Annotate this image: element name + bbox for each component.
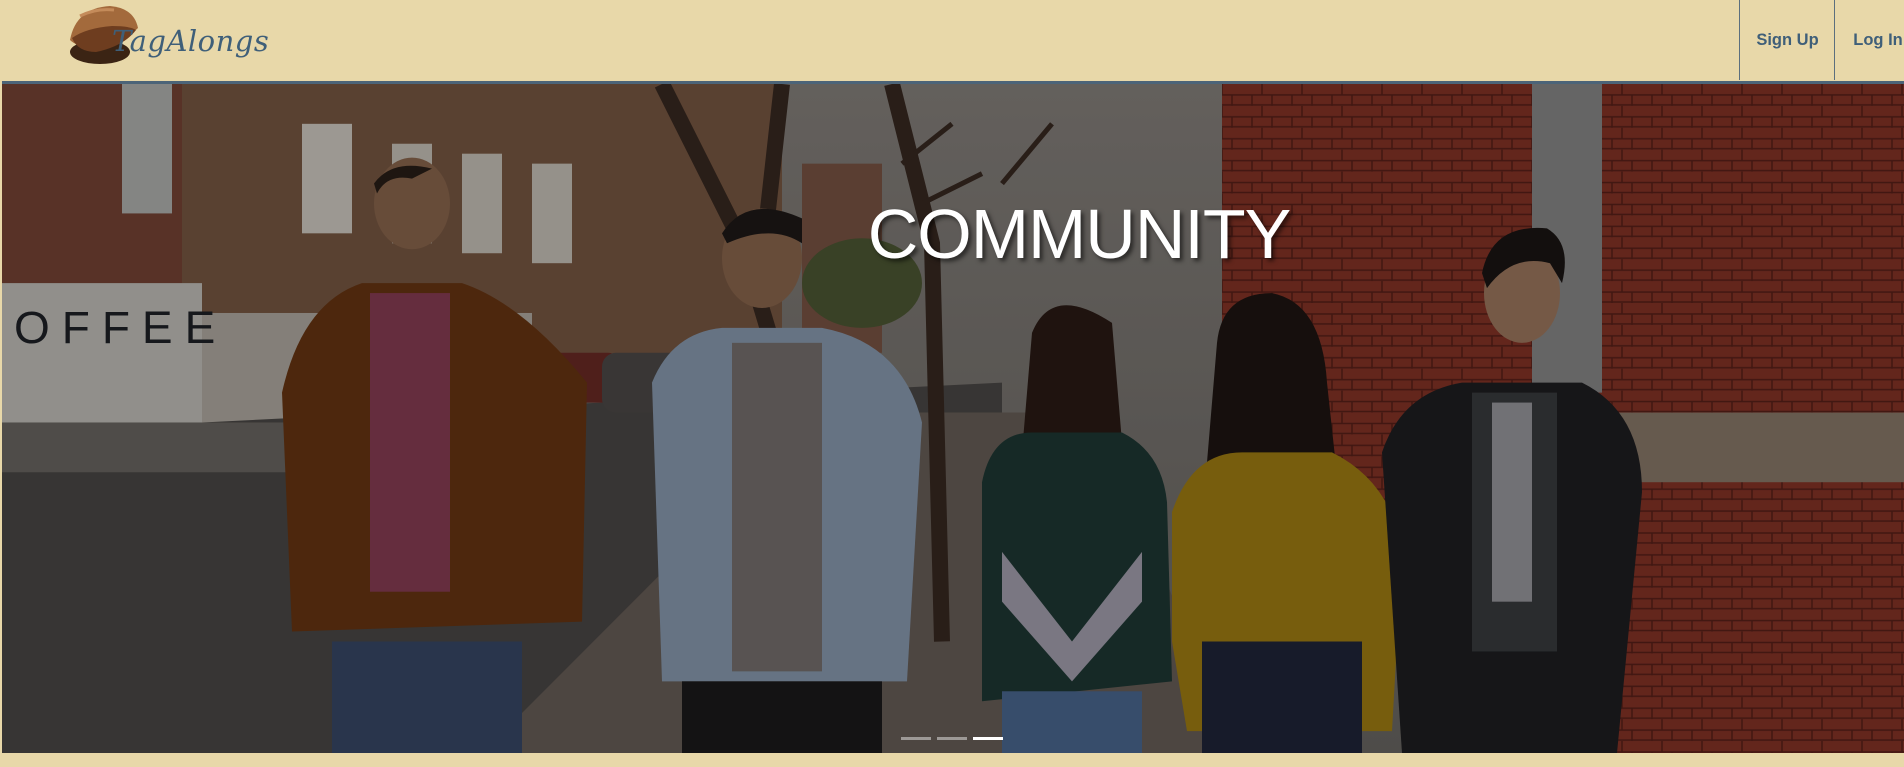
brand-logo[interactable]: TagAlongs [66, 2, 270, 74]
page-bottom-strip [0, 753, 1904, 767]
carousel-indicator-3[interactable] [973, 737, 1003, 740]
hero-carousel: OFFEE COMMUNITY [2, 81, 1904, 753]
login-link[interactable]: Log In [1834, 0, 1904, 80]
top-navbar: TagAlongs Sign Up Log In [0, 0, 1904, 80]
carousel-indicator-1[interactable] [901, 737, 931, 740]
brand-name: TagAlongs [112, 24, 270, 58]
hero-photo: OFFEE [2, 84, 1904, 753]
hero-title: COMMUNITY [867, 195, 1292, 273]
carousel-indicators [901, 737, 1003, 740]
carousel-indicator-2[interactable] [937, 737, 967, 740]
signup-link[interactable]: Sign Up [1739, 0, 1835, 80]
